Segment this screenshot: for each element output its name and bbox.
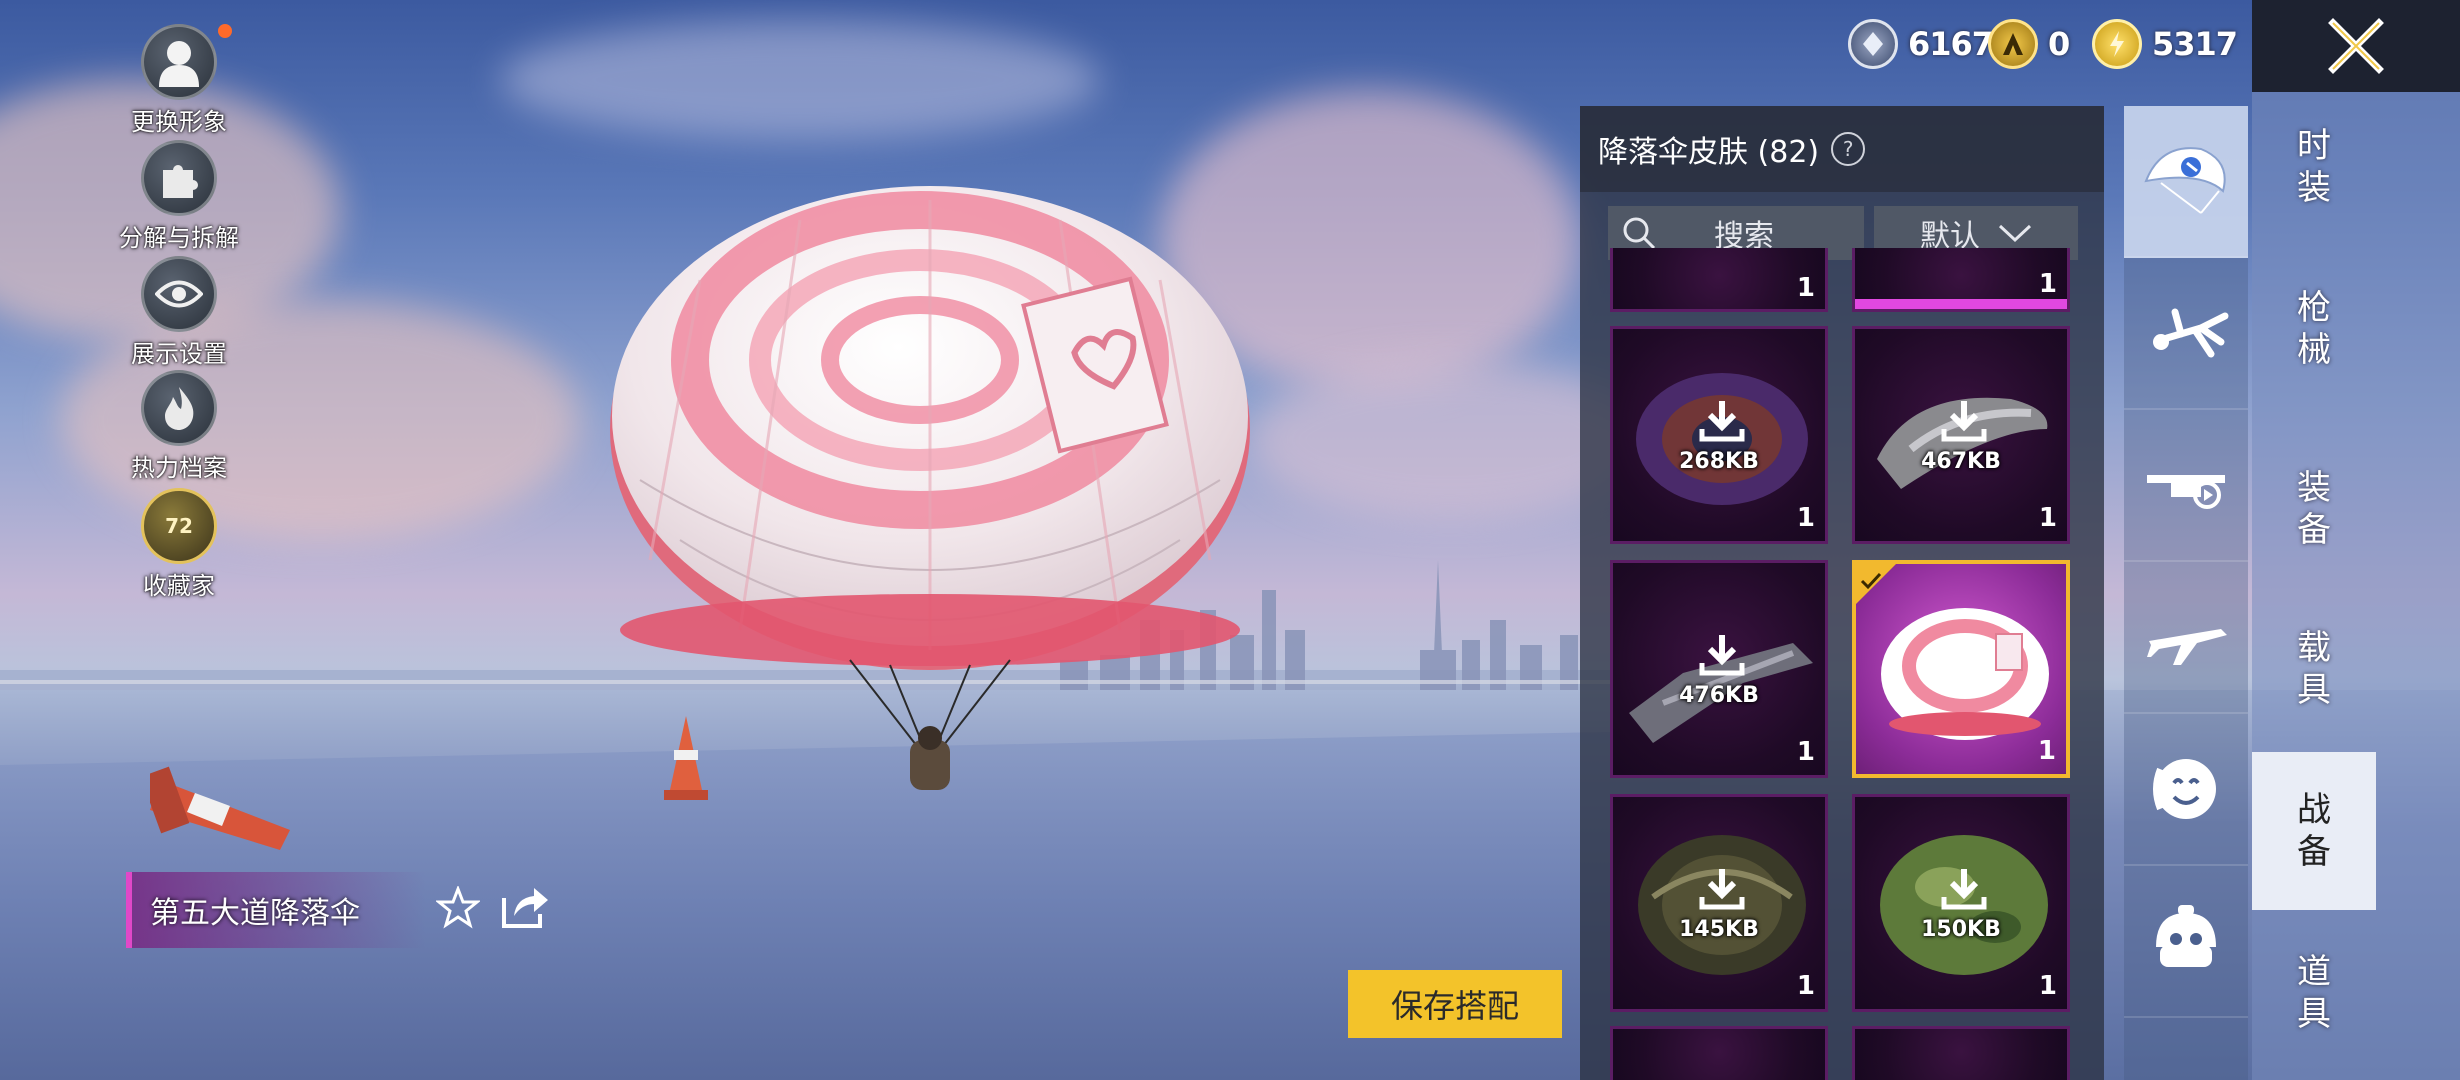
airplane-icon xyxy=(2147,629,2227,665)
tab-items-label: 道具 xyxy=(2297,952,2331,1034)
tab-items[interactable]: 道具 xyxy=(2252,918,2376,1068)
silver-coin-value: 6167 xyxy=(1908,25,1994,63)
item-card[interactable]: 467KB 1 xyxy=(1852,326,2070,544)
item-download-size: 145KB xyxy=(1679,917,1759,942)
item-card-partial[interactable]: 1 xyxy=(1852,248,2070,312)
help-icon[interactable]: ? xyxy=(1831,132,1866,166)
change-avatar-button[interactable]: 更换形象 xyxy=(94,24,264,137)
skydiving-icon xyxy=(2153,308,2229,358)
close-icon xyxy=(2328,18,2384,74)
collector-button[interactable]: 72 收藏家 xyxy=(94,488,264,601)
item-count: 1 xyxy=(2038,269,2057,299)
item-card[interactable]: 476KB 1 xyxy=(1610,560,1828,778)
tab-weapons-label: 枪械 xyxy=(2297,288,2331,370)
bp-coin-value: 5317 xyxy=(2152,25,2238,63)
tab-gear[interactable]: 战备 xyxy=(2252,752,2376,910)
item-card[interactable]: 268KB 1 xyxy=(1610,326,1828,544)
ag-coin-value: 0 xyxy=(2048,25,2070,63)
panel-title: 降落伞皮肤 (82) xyxy=(1598,135,1820,170)
parachute-icon xyxy=(2144,147,2226,214)
dismantle-button[interactable]: 分解与拆解 xyxy=(94,140,264,253)
traffic-cone xyxy=(150,766,290,850)
avatar-icon xyxy=(141,24,217,100)
heat-profile-label: 热力档案 xyxy=(131,454,227,482)
star-icon xyxy=(434,884,482,929)
dismantle-label: 分解与拆解 xyxy=(119,224,239,252)
share-button[interactable] xyxy=(500,884,550,934)
tab-outfit-label: 时装 xyxy=(2297,126,2331,208)
tab-vehicles[interactable]: 载具 xyxy=(2252,594,2376,744)
subcategory-skydiving[interactable] xyxy=(2124,258,2248,410)
tab-vehicles-label: 载具 xyxy=(2297,628,2331,710)
share-icon xyxy=(502,888,548,928)
parachute-preview xyxy=(610,186,1250,790)
item-card[interactable]: 150KB 1 xyxy=(1852,794,2070,1012)
subcategory-emote[interactable] xyxy=(2124,714,2248,866)
notification-dot xyxy=(218,24,232,38)
emote-face-icon xyxy=(2153,759,2216,819)
checkmark-icon xyxy=(1860,572,1882,590)
eye-icon xyxy=(141,256,217,332)
tab-equipment-label: 装备 xyxy=(2297,468,2331,550)
puzzle-icon xyxy=(141,140,217,216)
subcategory-drone[interactable] xyxy=(2124,410,2248,562)
collector-label: 收藏家 xyxy=(143,572,215,600)
change-avatar-label: 更换形象 xyxy=(131,108,227,136)
item-download-size: 150KB xyxy=(1921,917,2001,942)
bp-coin-icon xyxy=(2092,19,2142,69)
item-count: 1 xyxy=(2037,736,2056,766)
item-download-size: 476KB xyxy=(1679,683,1759,708)
currency-bp[interactable]: 5317 xyxy=(2092,18,2238,70)
silver-coin-icon xyxy=(1848,19,1898,69)
search-icon xyxy=(1623,217,1656,250)
favorite-button[interactable] xyxy=(434,884,482,934)
download-icon xyxy=(1940,399,1988,447)
download-icon xyxy=(1940,867,1988,915)
display-settings-button[interactable]: 展示设置 xyxy=(94,256,264,369)
collector-level: 72 xyxy=(165,514,193,538)
flame-icon xyxy=(141,370,217,446)
subcategory-parachute[interactable] xyxy=(2124,106,2248,258)
download-icon xyxy=(1698,633,1746,681)
current-item-name: 第五大道降落伞 xyxy=(150,896,360,931)
current-item-nameplate: 第五大道降落伞 xyxy=(126,872,426,948)
currency-ag[interactable]: 0 xyxy=(1988,18,2070,70)
currency-silver[interactable]: 6167 xyxy=(1848,18,1994,70)
collector-badge-icon: 72 xyxy=(141,488,217,564)
parachute-thumbnail xyxy=(1881,608,2049,740)
chevron-down-icon xyxy=(1998,224,2032,243)
drone-icon xyxy=(2147,475,2225,509)
item-count: 1 xyxy=(1796,503,1815,533)
item-count: 1 xyxy=(2038,971,2057,1001)
item-count: 1 xyxy=(1796,737,1815,767)
tab-gear-label: 战备 xyxy=(2297,790,2331,872)
subcategory-companion[interactable] xyxy=(2124,866,2248,1018)
cloud xyxy=(500,20,1100,140)
tab-equipment[interactable]: 装备 xyxy=(2252,434,2376,584)
item-count: 1 xyxy=(2038,503,2057,533)
save-loadout-button[interactable]: 保存搭配 xyxy=(1348,970,1562,1038)
heat-profile-button[interactable]: 热力档案 xyxy=(94,370,264,483)
item-count: 1 xyxy=(1796,273,1815,303)
panel-header: 降落伞皮肤 (82) ? xyxy=(1580,106,2104,192)
download-icon xyxy=(1698,867,1746,915)
item-card-selected[interactable]: 1 xyxy=(1852,560,2070,778)
close-button[interactable] xyxy=(2252,0,2460,92)
item-card-partial[interactable] xyxy=(1852,1026,2070,1080)
item-card-partial[interactable] xyxy=(1610,1026,1828,1080)
item-card-partial[interactable]: 1 xyxy=(1610,248,1828,312)
subcategory-airplane[interactable] xyxy=(2124,562,2248,714)
item-count: 1 xyxy=(1796,971,1815,1001)
display-settings-label: 展示设置 xyxy=(131,340,227,368)
download-icon xyxy=(1698,399,1746,447)
ag-coin-icon xyxy=(1988,19,2038,69)
item-download-size: 268KB xyxy=(1679,449,1759,474)
tab-weapons[interactable]: 枪械 xyxy=(2252,254,2376,404)
tab-outfit[interactable]: 时装 xyxy=(2252,92,2376,242)
robot-companion-icon xyxy=(2156,905,2216,967)
item-card[interactable]: 145KB 1 xyxy=(1610,794,1828,1012)
item-download-size: 467KB xyxy=(1921,449,2001,474)
